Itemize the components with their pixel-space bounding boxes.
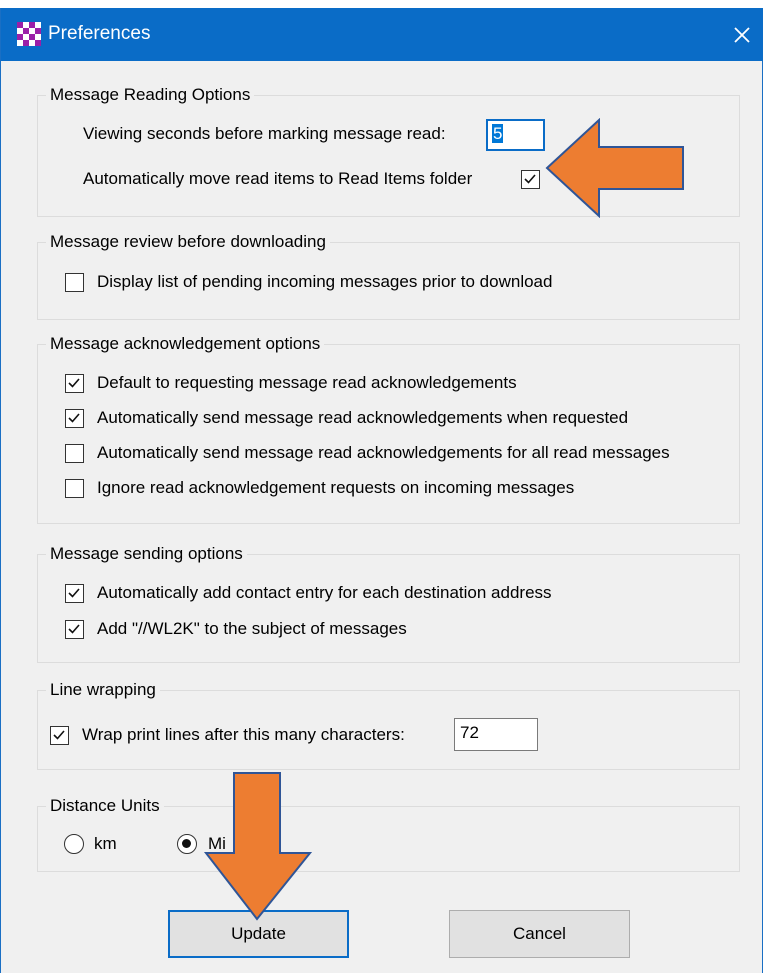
viewing-seconds-value: 5 <box>492 124 504 143</box>
distance-title: Distance Units <box>46 795 164 817</box>
wrap-lines-label: Wrap print lines after this many charact… <box>82 725 405 744</box>
checkmark-icon <box>524 174 536 184</box>
checkmark-icon <box>68 378 80 388</box>
sending-group: Message sending options Automatically ad… <box>37 543 740 663</box>
viewing-seconds-input[interactable]: 5 <box>486 119 545 151</box>
title-bar[interactable]: Preferences <box>1 8 763 61</box>
distance-group: Distance Units km Mi <box>37 795 740 872</box>
cancel-button-label: Cancel <box>513 924 566 943</box>
miles-radio[interactable] <box>177 834 197 854</box>
left-pointing-arrow <box>545 118 684 218</box>
reading-options-title: Message Reading Options <box>46 84 255 106</box>
cancel-button[interactable]: Cancel <box>449 910 630 958</box>
ack-ignore-requests-label: Ignore read acknowledgement requests on … <box>97 478 575 497</box>
ack-group: Message acknowledgement options Default … <box>37 333 740 524</box>
move-read-items-label: Automatically move read items to Read It… <box>83 169 473 188</box>
close-icon <box>734 26 750 43</box>
wrap-chars-value: 72 <box>460 723 479 742</box>
km-label: km <box>94 834 117 853</box>
window-title: Preferences <box>48 23 151 44</box>
add-wl2k-checkbox[interactable] <box>65 620 84 639</box>
ack-default-request-checkbox[interactable] <box>65 374 84 393</box>
review-group: Message review before downloading Displa… <box>37 231 740 320</box>
desktop-strip <box>0 0 763 8</box>
viewing-seconds-label: Viewing seconds before marking message r… <box>83 124 446 143</box>
checkmark-icon <box>68 588 80 598</box>
checkmark-icon <box>53 730 65 740</box>
pending-list-checkbox[interactable] <box>65 273 84 292</box>
ack-send-when-requested-checkbox[interactable] <box>65 409 84 428</box>
add-contact-label: Automatically add contact entry for each… <box>97 583 552 602</box>
checkerboard-icon <box>17 22 41 46</box>
sending-title: Message sending options <box>46 543 247 565</box>
ack-title: Message acknowledgement options <box>46 333 325 355</box>
ack-default-request-label: Default to requesting message read ackno… <box>97 373 517 392</box>
wrapping-group: Line wrapping Wrap print lines after thi… <box>37 679 740 770</box>
wrap-chars-input[interactable]: 72 <box>454 718 538 751</box>
radio-selected-dot <box>182 839 191 848</box>
add-contact-checkbox[interactable] <box>65 584 84 603</box>
close-button[interactable] <box>720 8 763 61</box>
add-wl2k-label: Add "//WL2K" to the subject of messages <box>97 619 407 638</box>
checkmark-icon <box>68 624 80 634</box>
review-title: Message review before downloading <box>46 231 330 253</box>
move-read-items-checkbox[interactable] <box>521 170 540 189</box>
checkmark-icon <box>68 413 80 423</box>
update-button-label: Update <box>231 924 286 943</box>
pending-list-label: Display list of pending incoming message… <box>97 272 553 291</box>
km-radio[interactable] <box>64 834 84 854</box>
wrap-lines-checkbox[interactable] <box>50 726 69 745</box>
wrapping-title: Line wrapping <box>46 679 160 701</box>
ack-ignore-requests-checkbox[interactable] <box>65 479 84 498</box>
ack-send-all-label: Automatically send message read acknowle… <box>97 443 670 462</box>
down-pointing-arrow <box>203 772 313 921</box>
ack-send-when-requested-label: Automatically send message read acknowle… <box>97 408 629 427</box>
ack-send-all-checkbox[interactable] <box>65 444 84 463</box>
